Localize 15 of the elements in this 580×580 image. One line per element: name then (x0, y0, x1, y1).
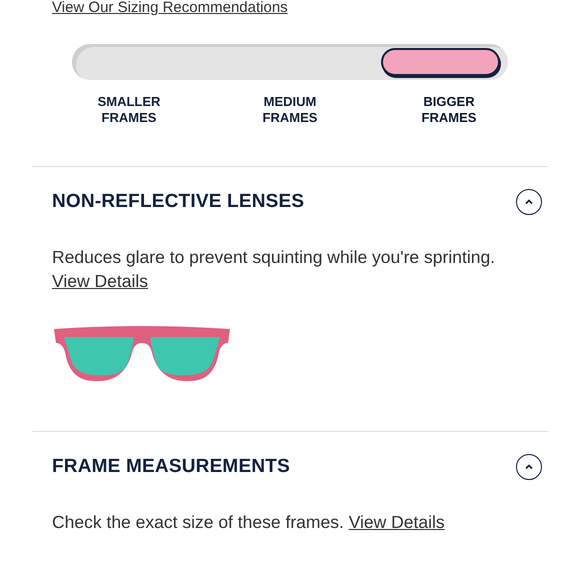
section-description: Reduces glare to prevent squinting while you're sprinting. (52, 247, 496, 267)
collapse-button[interactable] (516, 189, 542, 215)
size-label: BIGGER FRAMES (420, 94, 478, 126)
chevron-up-icon (524, 462, 534, 472)
view-details-link[interactable]: View Details (348, 512, 445, 532)
size-label: SMALLER FRAMES (96, 94, 162, 126)
collapse-button[interactable] (516, 454, 542, 480)
size-indicator[interactable] (381, 48, 500, 76)
sizing-link[interactable]: View Our Sizing Recommendations (52, 0, 288, 16)
chevron-up-icon (524, 197, 534, 207)
view-details-link[interactable]: View Details (52, 271, 148, 291)
section-title: FRAME MEASUREMENTS (52, 456, 290, 478)
section-title: NON-REFLECTIVE LENSES (52, 191, 304, 213)
section-description: Check the exact size of these frames. (52, 512, 344, 532)
size-label: MEDIUM FRAMES (262, 94, 318, 126)
